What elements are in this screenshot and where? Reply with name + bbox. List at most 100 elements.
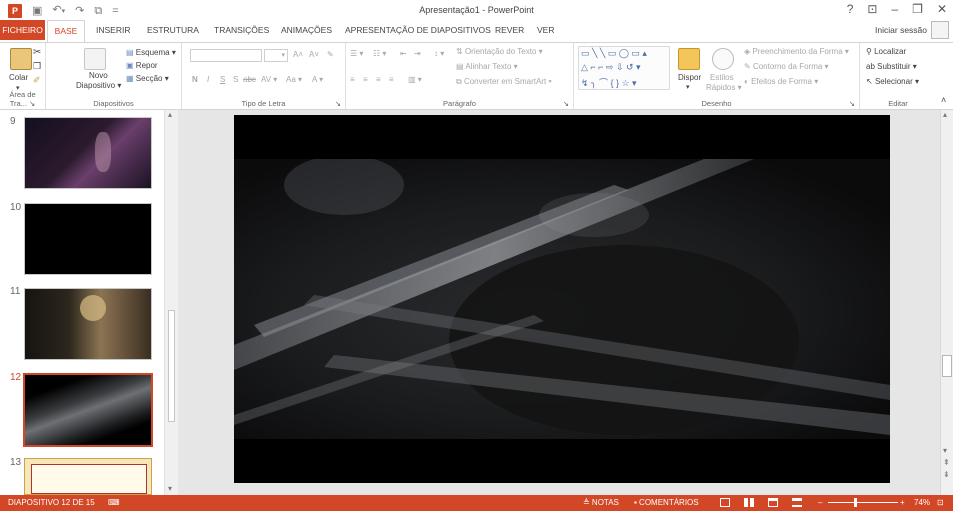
text-direction-button[interactable]: ⇅ Orientação do Texto ▾ bbox=[456, 47, 543, 56]
increase-indent-button[interactable]: ⇥ bbox=[414, 49, 421, 58]
fit-slide-icon[interactable]: ⊡ bbox=[937, 498, 944, 507]
shadow-button[interactable]: S bbox=[233, 75, 238, 84]
restore-icon[interactable]: ❐ bbox=[912, 2, 923, 16]
new-slide-label[interactable]: Novo bbox=[89, 71, 108, 80]
group-label-font: Tipo de Letra ↘ bbox=[241, 99, 341, 108]
find-button[interactable]: ⚲ Localizar bbox=[866, 47, 906, 56]
shapes-row-1[interactable]: ▭ ╲ ╲ ▭ ◯ ▭ ▴ bbox=[581, 48, 647, 59]
quick-styles-icon[interactable] bbox=[712, 48, 734, 70]
slide-thumbnail-12[interactable] bbox=[23, 373, 153, 447]
line-spacing-button[interactable]: ↕ ▾ bbox=[434, 49, 444, 58]
help-icon[interactable]: ? bbox=[847, 2, 854, 16]
paste-icon[interactable] bbox=[10, 48, 32, 70]
shape-fill-button[interactable]: ◈ Preenchimento da Forma ▾ bbox=[744, 47, 849, 56]
grow-font-icon[interactable]: A˄ bbox=[293, 50, 303, 59]
sign-in-link[interactable]: Iniciar sessão bbox=[875, 25, 927, 35]
italic-button[interactable]: I bbox=[207, 75, 209, 84]
scroll-down-icon[interactable]: ▾ bbox=[168, 484, 172, 493]
scroll-up-icon[interactable]: ▴ bbox=[168, 110, 172, 119]
shrink-font-icon[interactable]: A˅ bbox=[309, 50, 319, 59]
thumbnails-scrollbar[interactable]: ▴ ▾ bbox=[164, 110, 178, 495]
align-left-button[interactable]: ≡ bbox=[350, 75, 355, 84]
decrease-indent-button[interactable]: ⇤ bbox=[400, 49, 407, 58]
tab-review[interactable]: REVER bbox=[495, 25, 524, 35]
numbering-button[interactable]: ☷ ▾ bbox=[373, 49, 386, 58]
zoom-in-button[interactable]: + bbox=[900, 498, 905, 507]
slide-thumbnail-9[interactable] bbox=[24, 117, 152, 189]
close-icon[interactable]: ✕ bbox=[937, 2, 947, 16]
section-button[interactable]: ▦ Secção ▾ bbox=[126, 74, 169, 83]
tab-design[interactable]: ESTRUTURA bbox=[147, 25, 199, 35]
slideshow-view-icon[interactable] bbox=[792, 498, 802, 507]
arrange-icon[interactable] bbox=[678, 48, 700, 70]
avatar[interactable] bbox=[931, 21, 949, 39]
clear-formatting-icon[interactable]: ✎ bbox=[327, 50, 334, 59]
slide-thumbnail-13[interactable] bbox=[24, 458, 152, 495]
bold-button[interactable]: N bbox=[192, 75, 198, 84]
format-painter-icon[interactable]: ✐ bbox=[33, 75, 41, 86]
strikethrough-button[interactable]: abc bbox=[243, 75, 256, 84]
copy-icon[interactable]: ❐ bbox=[33, 61, 41, 72]
shape-effects-button[interactable]: ◐ Efeitos de Forma ▾ bbox=[744, 77, 818, 86]
zoom-slider-thumb[interactable] bbox=[854, 498, 857, 507]
new-slide-dropdown[interactable]: Diapositivo ▾ bbox=[76, 81, 121, 90]
shapes-row-2[interactable]: △ ⌐ ⌐ ⇨ ⇩ ↺ ▾ bbox=[581, 62, 641, 73]
previous-slide-icon[interactable]: ⇞ bbox=[943, 458, 950, 467]
tab-view[interactable]: VER bbox=[537, 25, 554, 35]
reset-button[interactable]: ▣ Repor bbox=[126, 61, 158, 70]
shapes-gallery[interactable]: ▭ ╲ ╲ ▭ ◯ ▭ ▴ △ ⌐ ⌐ ⇨ ⇩ ↺ ▾ ↯ ╮ ⌒ { } ☆ … bbox=[578, 46, 670, 90]
align-text-button[interactable]: ▤ Alinhar Texto ▾ bbox=[456, 62, 518, 71]
current-slide[interactable] bbox=[234, 115, 890, 483]
quick-styles-dropdown[interactable]: Rápidos ▾ bbox=[706, 83, 742, 92]
next-slide-icon[interactable]: ⇟ bbox=[943, 470, 950, 479]
zoom-level[interactable]: 74% bbox=[914, 498, 930, 507]
collapse-ribbon-icon[interactable]: ˄ bbox=[941, 95, 946, 105]
font-name-input[interactable] bbox=[190, 49, 262, 62]
align-center-button[interactable]: ≡ bbox=[363, 75, 368, 84]
tab-transitions[interactable]: TRANSIÇÕES bbox=[214, 25, 269, 35]
font-color-button[interactable]: A ▾ bbox=[312, 75, 323, 84]
shapes-row-3[interactable]: ↯ ╮ ⌒ { } ☆ ▾ bbox=[581, 76, 637, 89]
tab-slideshow[interactable]: APRESENTAÇÃO DE DIAPOSITIVOS bbox=[345, 25, 491, 35]
columns-button[interactable]: ▥ ▾ bbox=[408, 75, 422, 84]
change-case-button[interactable]: Aa ▾ bbox=[286, 75, 302, 84]
scrollbar-thumb[interactable] bbox=[168, 310, 175, 422]
font-size-input[interactable]: ▾ bbox=[264, 49, 288, 62]
slide-sorter-icon[interactable] bbox=[744, 498, 754, 507]
layout-button[interactable]: ▤ Esquema ▾ bbox=[126, 48, 176, 57]
arrange-dropdown-icon[interactable]: ▾ bbox=[686, 83, 690, 91]
reading-view-icon[interactable] bbox=[768, 498, 778, 507]
scroll-up-icon[interactable]: ▴ bbox=[943, 110, 947, 119]
paste-button[interactable]: Colar bbox=[9, 73, 28, 82]
shape-outline-button[interactable]: ✎ Contorno da Forma ▾ bbox=[744, 62, 829, 71]
underline-button[interactable]: S bbox=[220, 75, 225, 84]
tab-home[interactable]: BASE bbox=[47, 20, 85, 42]
convert-smartart-button[interactable]: ⧉ Converter em SmartArt ▾ bbox=[456, 77, 552, 87]
editor-scrollbar[interactable]: ▴ ▾ ⇞ ⇟ bbox=[940, 110, 953, 495]
spelling-icon[interactable]: ⌨ bbox=[108, 498, 120, 507]
character-spacing-button[interactable]: AV ▾ bbox=[261, 75, 277, 84]
align-right-button[interactable]: ≡ bbox=[376, 75, 381, 84]
bullets-button[interactable]: ☰ ▾ bbox=[350, 49, 363, 58]
tab-insert[interactable]: INSERIR bbox=[96, 25, 130, 35]
justify-button[interactable]: ≡ bbox=[389, 75, 394, 84]
ribbon-display-options-icon[interactable]: ⊡ bbox=[867, 2, 877, 16]
new-slide-icon[interactable] bbox=[84, 48, 106, 70]
zoom-slider[interactable] bbox=[828, 498, 898, 507]
slide-thumbnail-11[interactable] bbox=[24, 288, 152, 360]
slide-thumbnail-10[interactable] bbox=[24, 203, 152, 275]
scroll-down-icon[interactable]: ▾ bbox=[943, 446, 947, 455]
zoom-out-button[interactable]: – bbox=[818, 498, 822, 507]
tab-file[interactable]: FICHEIRO bbox=[0, 20, 45, 40]
cut-icon[interactable]: ✂ bbox=[33, 47, 41, 58]
minimize-icon[interactable]: – bbox=[891, 2, 898, 16]
select-button[interactable]: ↖ Selecionar ▾ bbox=[866, 77, 919, 86]
comments-button[interactable]: ▪ COMENTÁRIOS bbox=[634, 498, 699, 507]
scrollbar-thumb[interactable] bbox=[942, 355, 952, 377]
notes-button[interactable]: ≜ NOTAS bbox=[583, 498, 619, 507]
normal-view-icon[interactable] bbox=[720, 498, 730, 507]
tab-animations[interactable]: ANIMAÇÕES bbox=[281, 25, 332, 35]
replace-button[interactable]: ab Substituir ▾ bbox=[866, 62, 917, 71]
quick-styles-label[interactable]: Estilos bbox=[710, 73, 734, 82]
arrange-button[interactable]: Dispor bbox=[678, 73, 701, 82]
